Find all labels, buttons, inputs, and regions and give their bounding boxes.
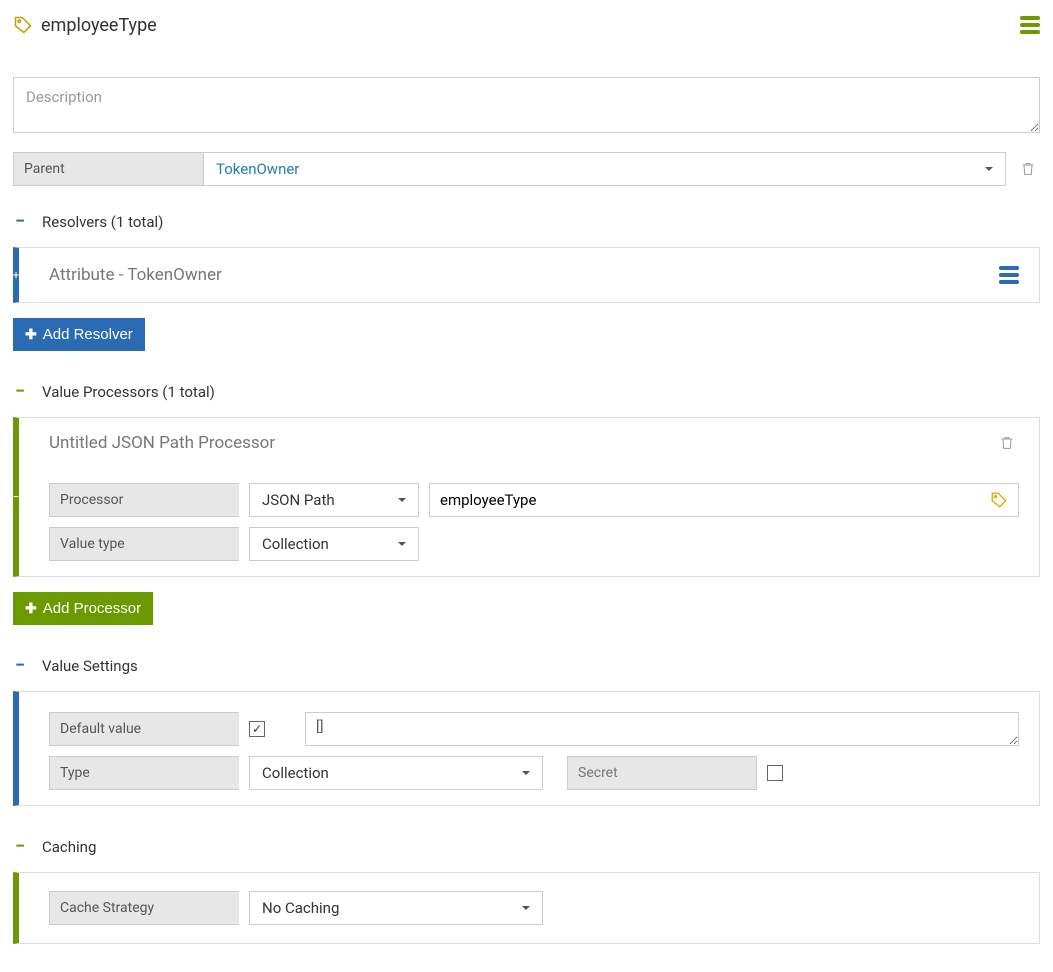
parent-dropdown[interactable]: TokenOwner <box>203 152 1006 186</box>
secret-checkbox[interactable] <box>767 765 783 781</box>
menu-icon[interactable] <box>1020 13 1040 37</box>
processor-dropdown[interactable]: JSON Path <box>249 483 419 517</box>
parent-value: TokenOwner <box>216 160 299 178</box>
processor-head: Untitled JSON Path Processor <box>19 418 1039 463</box>
processor-panel: − Untitled JSON Path Processor Processor… <box>13 417 1040 577</box>
settings-section-header: − Value Settings <box>13 655 1040 676</box>
caching-panel: Cache Strategy No Caching <box>13 872 1040 944</box>
add-processor-button[interactable]: ✚ Add Processor <box>13 592 153 625</box>
collapse-handle[interactable]: − <box>13 418 19 576</box>
resolvers-section-header: − Resolvers (1 total) <box>13 211 1040 232</box>
delete-parent-button[interactable] <box>1016 152 1040 186</box>
add-resolver-button[interactable]: ✚ Add Resolver <box>13 318 145 351</box>
chevron-down-icon <box>522 771 530 775</box>
type-label: Type <box>49 756 239 790</box>
chevron-down-icon <box>522 906 530 910</box>
resolver-menu-icon[interactable] <box>999 263 1019 287</box>
valuetype-label: Value type <box>49 527 239 561</box>
processors-heading: Value Processors (1 total) <box>42 383 215 401</box>
processor-title: Untitled JSON Path Processor <box>49 433 985 453</box>
processor-path-input[interactable] <box>440 491 990 509</box>
processor-label: Processor <box>49 483 239 517</box>
tag-icon <box>13 15 33 35</box>
plus-icon: ✚ <box>25 326 37 343</box>
default-value-input[interactable] <box>305 712 1019 746</box>
valuetype-row: Value type Collection <box>49 527 1019 561</box>
tag-icon[interactable] <box>990 491 1008 509</box>
resolvers-heading: Resolvers (1 total) <box>42 213 163 231</box>
settings-panel: Default value ✓ Type Collection Secret <box>13 691 1040 806</box>
default-value-row: Default value ✓ <box>49 712 1019 746</box>
type-dropdown[interactable]: Collection <box>249 756 543 790</box>
parent-label: Parent <box>13 152 203 186</box>
page-header: employeeType <box>13 13 1040 37</box>
settings-body: Default value ✓ Type Collection Secret <box>19 692 1039 805</box>
processor-body: Processor JSON Path Value type Collectio… <box>19 463 1039 576</box>
type-value: Collection <box>262 764 329 782</box>
processors-section-header: − Value Processors (1 total) <box>13 381 1040 402</box>
cache-strategy-value: No Caching <box>262 899 339 917</box>
valuetype-value: Collection <box>262 535 329 553</box>
expand-handle[interactable]: + <box>13 248 19 302</box>
chevron-down-icon <box>398 542 406 546</box>
page-title: employeeType <box>41 15 157 36</box>
processor-value: JSON Path <box>262 491 335 509</box>
description-input[interactable] <box>13 77 1040 133</box>
processor-type-row: Processor JSON Path <box>49 483 1019 517</box>
type-row: Type Collection Secret <box>49 756 1019 790</box>
collapse-toggle[interactable]: − <box>13 836 27 857</box>
caching-section-header: − Caching <box>13 836 1040 857</box>
cache-strategy-dropdown[interactable]: No Caching <box>249 891 543 925</box>
caching-body: Cache Strategy No Caching <box>19 873 1039 943</box>
collapse-toggle[interactable]: − <box>13 655 27 676</box>
delete-processor-button[interactable] <box>995 434 1019 452</box>
default-label: Default value <box>49 712 239 746</box>
resolver-title: Attribute - TokenOwner <box>29 265 999 285</box>
collapse-toggle[interactable]: − <box>13 211 27 232</box>
settings-heading: Value Settings <box>42 657 138 675</box>
add-processor-label: Add Processor <box>43 600 141 617</box>
secret-label: Secret <box>567 756 757 790</box>
title-group: employeeType <box>13 15 157 36</box>
processor-path-input-wrap <box>429 483 1019 517</box>
chevron-down-icon <box>398 498 406 502</box>
resolver-panel: + Attribute - TokenOwner <box>13 247 1040 303</box>
chevron-down-icon <box>985 167 993 171</box>
valuetype-dropdown[interactable]: Collection <box>249 527 419 561</box>
caching-heading: Caching <box>42 838 96 856</box>
default-checkbox[interactable]: ✓ <box>249 721 265 737</box>
cache-strategy-label: Cache Strategy <box>49 891 239 925</box>
add-resolver-label: Add Resolver <box>43 326 133 343</box>
plus-icon: ✚ <box>25 600 37 617</box>
parent-row: Parent TokenOwner <box>13 152 1040 186</box>
collapse-toggle[interactable]: − <box>13 381 27 402</box>
cache-strategy-row: Cache Strategy No Caching <box>49 891 1019 925</box>
